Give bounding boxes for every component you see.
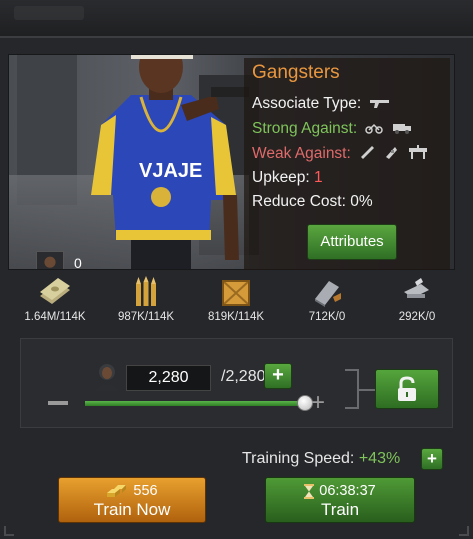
- cash-icon: [40, 278, 70, 304]
- strong-against-label: Strong Against:: [252, 120, 358, 137]
- resource-cash-value: 1.64M/114K: [24, 311, 86, 323]
- resource-ammo-value: 987K/114K: [117, 311, 175, 323]
- parts-icon: [404, 278, 429, 298]
- svg-text:VJAJE: VJAJE: [139, 160, 202, 182]
- unit-training-panel: VJAJE 0 Gangsters Associate Type: Strong…: [0, 36, 473, 539]
- gangster-character-image: VJAJE: [91, 55, 249, 269]
- train-now-button[interactable]: 556 Train Now: [58, 477, 206, 523]
- training-speed: Training Speed: +43%: [242, 450, 400, 468]
- metal-icon: [315, 281, 341, 307]
- quantity-input[interactable]: [126, 365, 211, 391]
- unlock-icon: [398, 376, 416, 401]
- owned-count-badge: 0: [36, 251, 88, 270]
- training-quantity-box: /2,280 + +: [20, 338, 453, 428]
- reduce-cost-label: Reduce Cost:: [252, 193, 346, 210]
- resource-parts: 292K/0: [372, 276, 462, 323]
- bracket-connector-line: [359, 389, 375, 391]
- unlock-button[interactable]: [375, 369, 439, 409]
- associate-type-label: Associate Type:: [252, 95, 362, 112]
- gangster-face-icon: [95, 364, 119, 391]
- barrier-icon[interactable]: [408, 145, 428, 162]
- weak-against-label: Weak Against:: [252, 145, 351, 162]
- upkeep-row: Upkeep: 1: [252, 169, 323, 187]
- panel-corner: [459, 526, 469, 536]
- top-bar-decoration: [14, 6, 84, 20]
- training-speed-value: +43%: [358, 450, 401, 467]
- quantity-minus-icon[interactable]: [48, 401, 68, 405]
- train-now-cost: 556: [133, 483, 158, 499]
- quantity-plus-button[interactable]: +: [264, 363, 292, 389]
- train-label: Train: [320, 500, 360, 519]
- upkeep-value: 1: [314, 169, 323, 186]
- strong-against-row: Strong Against:: [252, 120, 412, 138]
- owned-count: 0: [74, 255, 82, 270]
- unit-name: Gangsters: [252, 62, 340, 83]
- train-now-label: Train Now: [93, 500, 171, 519]
- panel-corner: [4, 526, 14, 536]
- quantity-max: /2,280: [221, 368, 266, 385]
- sword-icon[interactable]: [359, 145, 375, 162]
- gun-icon[interactable]: [369, 96, 391, 112]
- top-bar: [0, 0, 473, 36]
- associate-type-row: Associate Type:: [252, 95, 391, 113]
- resource-cash: 1.64M/114K: [10, 276, 100, 323]
- reduce-cost-value: 0%: [350, 193, 373, 210]
- quantity-slider[interactable]: [85, 395, 313, 411]
- hourglass-icon: [304, 483, 315, 499]
- upkeep-label: Upkeep:: [252, 169, 310, 186]
- resource-crate: 819K/114K: [191, 276, 281, 323]
- train-time: 06:38:37: [319, 483, 376, 499]
- crate-icon: [222, 280, 250, 306]
- bike-icon[interactable]: [365, 121, 384, 137]
- gold-bars-icon: [107, 485, 127, 497]
- bracket-connector: [345, 369, 359, 409]
- resource-crate-value: 819K/114K: [207, 311, 265, 323]
- training-speed-label: Training Speed:: [242, 450, 355, 467]
- resource-parts-value: 292K/0: [398, 311, 436, 323]
- resource-costs: 1.64M/114K 987K/114K 819K/114K 712K/0 29…: [0, 276, 473, 332]
- knife-icon[interactable]: [383, 145, 399, 162]
- resource-ammo: 987K/114K: [101, 276, 191, 323]
- weak-against-row: Weak Against:: [252, 145, 428, 163]
- ammo-icon: [136, 276, 156, 306]
- train-button[interactable]: 06:38:37 Train: [265, 477, 415, 523]
- truck-icon[interactable]: [392, 121, 412, 137]
- reduce-cost-row: Reduce Cost: 0%: [252, 193, 373, 211]
- slider-plus-icon[interactable]: +: [311, 391, 325, 415]
- attributes-button[interactable]: Attributes: [307, 224, 397, 260]
- resource-metal: 712K/0: [282, 276, 372, 323]
- quantity-slider-fill: [85, 401, 305, 406]
- resource-metal-value: 712K/0: [308, 311, 346, 323]
- training-speed-plus-button[interactable]: +: [421, 448, 443, 470]
- gangster-avatar-icon: [36, 251, 64, 269]
